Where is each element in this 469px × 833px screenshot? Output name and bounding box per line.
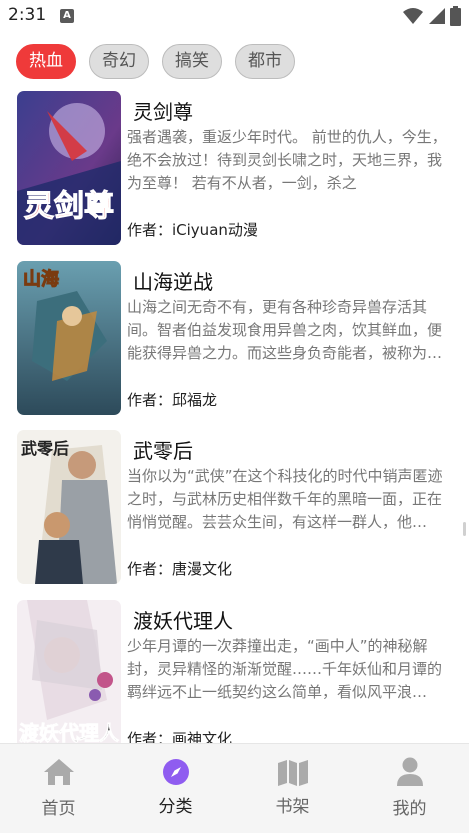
category-tabs: 热血 奇幻 搞笑 都市 xyxy=(16,44,295,79)
comic-author: 作者：iCiyuan动漫 xyxy=(127,221,258,239)
nav-home-label: 首页 xyxy=(41,799,76,819)
compass-icon xyxy=(162,759,189,785)
comic-list-item[interactable]: 山海 山海逆战 山海之间无奇不有，更有各种珍奇异兽存活其间。智者伯益发现食用异兽… xyxy=(17,258,457,415)
cover-title-text: 灵剑尊 xyxy=(24,189,114,224)
status-icons xyxy=(402,6,461,26)
comic-list-item[interactable]: 灵剑尊 灵剑尊 强者遇袭，重返少年时代。 前世的仇人，今生，绝不会放过！待到灵剑… xyxy=(17,88,457,245)
wifi-icon xyxy=(403,8,423,24)
nav-bookshelf[interactable]: 书架 xyxy=(234,744,351,833)
comic-description: 少年月谭的一次莽撞出走，“画中人”的神秘解封，灵异精怪的渐渐觉醒……千年妖仙和月… xyxy=(127,637,443,701)
signal-icon xyxy=(429,8,445,24)
cover-title-text: 渡妖代理人 xyxy=(19,721,120,743)
comic-description: 强者遇袭，重返少年时代。 前世的仇人，今生，绝不会放过！待到灵剑长啸之时，天地三… xyxy=(127,128,447,192)
nav-category-label: 分类 xyxy=(158,797,193,817)
cover-title-text: 武零后 xyxy=(21,439,69,458)
comic-list[interactable]: 灵剑尊 灵剑尊 强者遇袭，重返少年时代。 前世的仇人，今生，绝不会放过！待到灵剑… xyxy=(0,88,460,743)
comic-author: 作者：邱福龙 xyxy=(127,391,218,409)
comic-description: 山海之间无奇不有，更有各种珍奇异兽存活其间。智者伯益发现食用异兽之肉，饮其鲜血，… xyxy=(127,298,443,362)
bottom-nav: 首页 分类 书架 我的 xyxy=(0,743,469,833)
cover-title-text: 山海 xyxy=(23,268,59,290)
comic-cover[interactable]: 渡妖代理人 xyxy=(17,600,121,743)
comic-author: 作者：唐漫文化 xyxy=(127,560,233,578)
comic-title[interactable]: 渡妖代理人 xyxy=(133,605,233,634)
comic-cover[interactable]: 武零后 xyxy=(17,430,121,584)
status-time: 2:31 xyxy=(8,5,47,25)
scrollbar[interactable] xyxy=(463,522,466,536)
nav-profile[interactable]: 我的 xyxy=(351,744,468,833)
status-bar: 2:31 A xyxy=(0,0,469,32)
comic-description: 当你以为“武侠”在这个科技化的时代中销声匿迹之时，与武林历史相伴数千年的黑暗一面… xyxy=(127,467,443,531)
nav-bookshelf-label: 书架 xyxy=(275,797,310,817)
nav-home[interactable]: 首页 xyxy=(0,744,117,833)
comic-list-item[interactable]: 武零后 武零后 当你以为“武侠”在这个科技化的时代中销声匿迹之时，与武林历史相伴… xyxy=(17,427,457,584)
notification-badge-icon: A xyxy=(60,9,74,23)
home-icon xyxy=(43,759,74,785)
nav-category[interactable]: 分类 xyxy=(117,744,234,833)
comic-cover[interactable]: 灵剑尊 xyxy=(17,91,121,245)
comic-list-item[interactable]: 渡妖代理人 渡妖代理人 少年月谭的一次莽撞出走，“画中人”的神秘解封，灵异精怪的… xyxy=(17,597,457,743)
category-chip-fantasy[interactable]: 奇幻 xyxy=(89,44,149,79)
person-icon xyxy=(396,757,423,786)
comic-title[interactable]: 灵剑尊 xyxy=(133,96,193,125)
category-chip-hot[interactable]: 热血 xyxy=(16,44,76,79)
battery-icon xyxy=(450,6,461,26)
nav-profile-label: 我的 xyxy=(392,799,427,819)
comic-author: 作者：画神文化 xyxy=(127,730,233,743)
category-chip-comedy[interactable]: 搞笑 xyxy=(162,44,222,79)
map-icon xyxy=(277,760,308,786)
comic-cover[interactable]: 山海 xyxy=(17,261,121,415)
category-chip-urban[interactable]: 都市 xyxy=(235,44,295,79)
comic-title[interactable]: 山海逆战 xyxy=(133,266,213,295)
comic-title[interactable]: 武零后 xyxy=(133,435,193,464)
